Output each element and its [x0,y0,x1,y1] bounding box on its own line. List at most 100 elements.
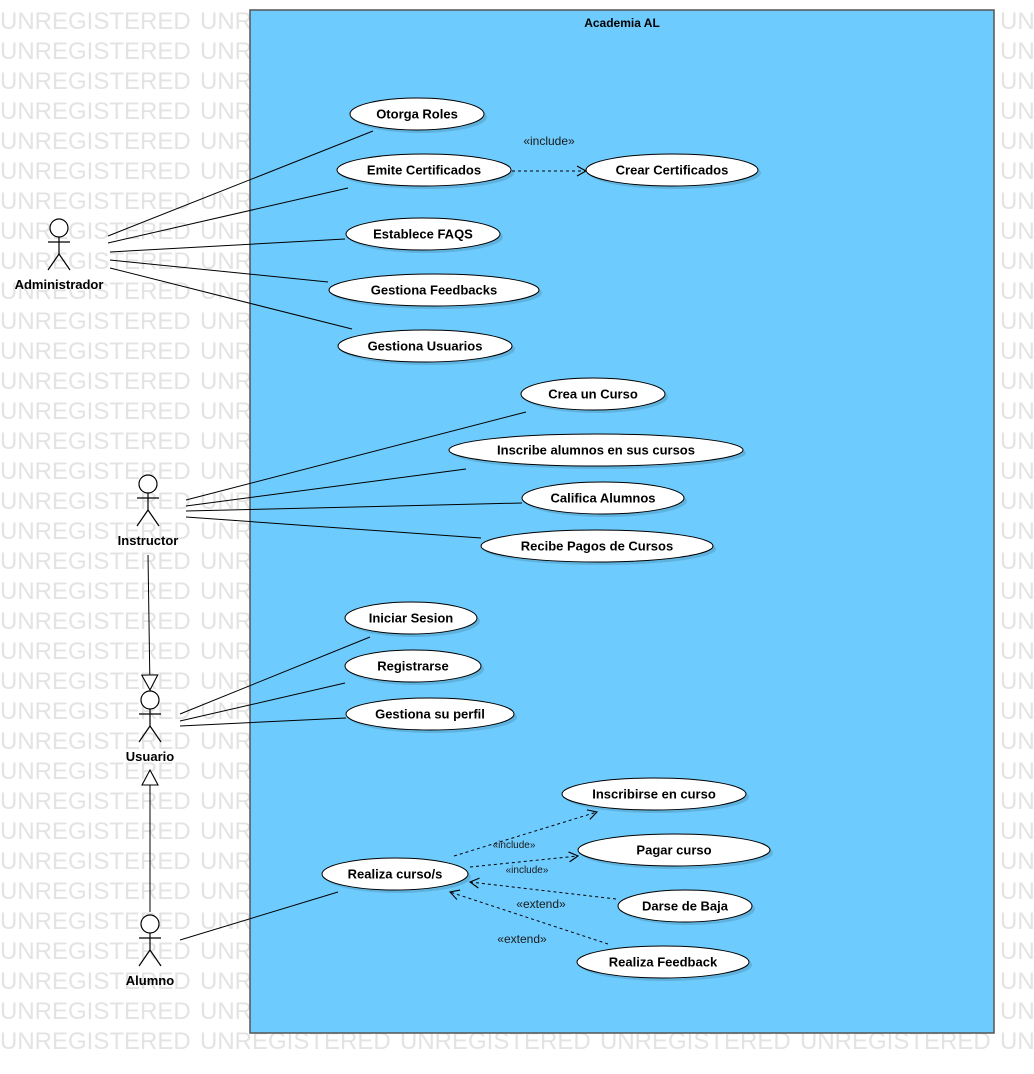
watermark-text: UNREGISTERED [0,608,191,635]
watermark-text: UNREGISTERED [1000,758,1034,785]
watermark-text: UNREGISTERED [1000,218,1034,245]
watermark-text: UNREGISTERED [0,938,191,965]
stereotype-label: «extend» [516,897,566,911]
watermark-text: UNREGISTERED [0,68,191,95]
use-case-crearcert[interactable]: Crear Certificados [585,153,761,189]
watermark-text: UNREGISTERED [0,218,191,245]
stereotype-label: «include» [506,865,549,876]
watermark-text: UNREGISTERED [0,128,191,155]
actor-label: Administrador [15,277,104,292]
watermark-text: UNREGISTERED [1000,308,1034,335]
watermark-text: UNREGISTERED [0,8,191,35]
stereotype-label: «include» [493,840,536,851]
watermark-text: UNREGISTERED [1000,98,1034,125]
watermark-text: UNREGISTERED [1000,668,1034,695]
use-case-label: Gestiona su perfil [375,707,485,722]
watermark-text: UNREGISTERED [1000,938,1034,965]
watermark-text: UNREGISTERED [1000,908,1034,935]
watermark-text: UNREGISTERED [1000,968,1034,995]
watermark-text: UNREGISTERED [0,98,191,125]
use-case-label: Registrarse [377,659,449,674]
watermark-text: UNREGISTERED [1000,128,1034,155]
use-case-creacurso[interactable]: Crea un Curso [520,377,668,413]
watermark-text: UNREGISTERED [1000,368,1034,395]
use-case-label: Gestiona Feedbacks [371,283,497,298]
use-case-label: Realiza curso/s [348,867,443,882]
watermark-text: UNREGISTERED [0,188,191,215]
actor-label: Alumno [126,973,174,988]
watermark-text: UNREGISTERED [1000,548,1034,575]
watermark-text: UNREGISTERED [1000,38,1034,65]
use-case-feedbacks[interactable]: Gestiona Feedbacks [328,273,542,309]
use-case-otorga[interactable]: Otorga Roles [349,97,487,133]
watermark-text: UNREGISTERED [0,848,191,875]
use-case-sesion[interactable]: Iniciar Sesion [344,601,480,637]
use-case-label: Establece FAQS [373,227,473,242]
use-case-label: Inscribirse en curso [592,787,716,802]
watermark-text: UNREGISTERED [1000,1028,1034,1055]
watermark-text: UNREGISTERED [0,698,191,725]
use-case-realiza[interactable]: Realiza curso/s [321,857,471,893]
watermark-text: UNREGISTERED [0,158,191,185]
watermark-text: UNREGISTERED [1000,458,1034,485]
use-case-label: Inscribe alumnos en sus cursos [497,443,695,458]
use-case-califica[interactable]: Califica Alumnos [521,481,687,517]
watermark-text: UNREGISTERED [0,548,191,575]
watermark-text: UNREGISTERED [1000,608,1034,635]
watermark-text: UNREGISTERED [0,878,191,905]
actor-label: Instructor [118,533,179,548]
watermark-text: UNREGISTERED [0,488,191,515]
watermark-text: UNREGISTERED [1000,998,1034,1025]
use-case-label: Iniciar Sesion [369,611,454,626]
use-case-diagram: UNREGISTERED UNREGISTERED UNREGISTERED UNRE… [0,8,1034,1055]
use-case-inscribe[interactable]: Inscribe alumnos en sus cursos [448,433,746,469]
watermark-text: UNREGISTERED [0,428,191,455]
watermark-text: UNREGISTERED [1000,8,1034,35]
watermark-text: UNREGISTERED [1000,188,1034,215]
watermark-text: UNREGISTERED [0,788,191,815]
system-title: Academia AL [584,16,660,30]
watermark-text: UNREGISTERED [1000,578,1034,605]
watermark-text: UNREGISTERED [0,338,191,365]
use-case-emite[interactable]: Emite Certificados [336,153,514,189]
watermark-text: UNREGISTERED [1000,428,1034,455]
use-case-faqs[interactable]: Establece FAQS [345,217,503,253]
watermark-text: UNREGISTERED [0,398,191,425]
watermark-text: UNREGISTERED [0,578,191,605]
watermark-text: UNREGISTERED [1000,878,1034,905]
watermark-text: UNREGISTERED [0,1028,191,1055]
stereotype-label: «include» [523,134,575,148]
watermark-text: UNREGISTERED [0,308,191,335]
use-case-pagar[interactable]: Pagar curso [577,833,773,869]
watermark-text: UNREGISTERED [1000,818,1034,845]
watermark-text: UNREGISTERED [0,638,191,665]
watermark-text: UNREGISTERED [1000,728,1034,755]
actor-label: Usuario [126,749,174,764]
watermark-text: UNREGISTERED [1000,338,1034,365]
use-case-registrarse[interactable]: Registrarse [344,649,484,685]
use-case-label: Otorga Roles [376,107,458,122]
watermark-text: UNREGISTERED [0,368,191,395]
use-case-inscribirse[interactable]: Inscribirse en curso [561,777,749,813]
watermark-text: UNREGISTERED [0,998,191,1025]
use-case-label: Gestiona Usuarios [368,339,483,354]
watermark-text: UNREGISTERED [0,458,191,485]
use-case-usuarios[interactable]: Gestiona Usuarios [337,329,515,365]
watermark-text: UNREGISTERED [1000,788,1034,815]
use-case-pagos[interactable]: Recibe Pagos de Cursos [480,529,716,565]
stereotype-label: «extend» [497,932,547,946]
watermark-text: UNREGISTERED [1000,518,1034,545]
use-case-label: Crear Certificados [616,163,729,178]
use-case-label: Realiza Feedback [609,955,718,970]
watermark-text: UNREGISTERED [1000,158,1034,185]
watermark-text: UNREGISTERED [1000,398,1034,425]
watermark-text: UNREGISTERED [1000,638,1034,665]
use-case-perfil[interactable]: Gestiona su perfil [345,697,517,733]
use-case-feedback[interactable]: Realiza Feedback [576,945,752,981]
use-case-baja[interactable]: Darse de Baja [617,889,755,925]
watermark-text: UNREGISTERED [1000,68,1034,95]
watermark-text: UNREGISTERED [0,38,191,65]
watermark-text: UNREGISTERED [1000,698,1034,725]
use-case-label: Recibe Pagos de Cursos [521,539,673,554]
watermark-text: UNREGISTERED [1000,278,1034,305]
